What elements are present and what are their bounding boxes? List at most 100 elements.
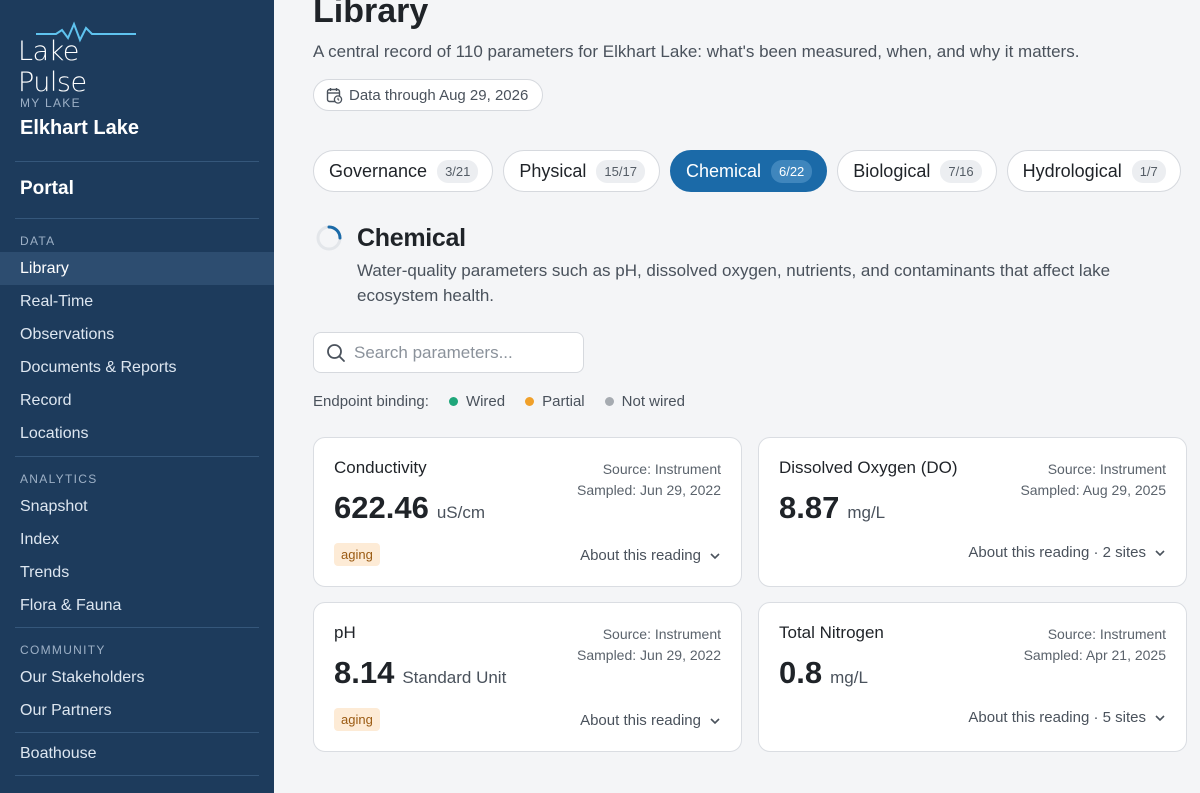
- chevron-down-icon: [710, 717, 720, 724]
- sidebar-item-record[interactable]: Record: [0, 384, 274, 417]
- status-dot-icon: [604, 397, 614, 406]
- tab-label: Biological: [853, 160, 931, 181]
- about-reading-toggle[interactable]: About this reading: [580, 712, 721, 729]
- parameter-sampled: Sampled: Aug 29, 2025: [1020, 482, 1166, 498]
- sidebar-item-our-partners[interactable]: Our Partners: [0, 694, 274, 727]
- parameter-value: 622.46 uS/cm: [334, 490, 485, 526]
- parameter-card-dissolved-oxygen[interactable]: Dissolved Oxygen (DO) Source: Instrument…: [758, 437, 1187, 587]
- sidebar-item-boathouse[interactable]: Boathouse: [0, 737, 274, 770]
- divider: [15, 627, 259, 628]
- tab-count: 15/17: [596, 159, 645, 183]
- community-section-label: COMMUNITY: [20, 643, 106, 657]
- about-reading-toggle[interactable]: About this reading · 2 sites: [968, 544, 1166, 561]
- divider: [15, 456, 259, 457]
- parameter-source: Source: Instrument: [1047, 626, 1166, 642]
- value-unit: uS/cm: [436, 503, 486, 522]
- tab-label: Governance: [329, 160, 428, 181]
- parameter-source: Source: Instrument: [602, 461, 721, 477]
- status-badge: aging: [334, 708, 380, 731]
- status-badge: aging: [334, 543, 380, 566]
- tab-chemical[interactable]: Chemical 6/22: [669, 150, 828, 192]
- about-reading-label: About this reading · 5 sites: [968, 709, 1146, 726]
- tab-governance[interactable]: Governance 3/21: [313, 150, 494, 192]
- analytics-section-label: ANALYTICS: [20, 472, 98, 486]
- lake-name: Elkhart Lake: [20, 117, 139, 139]
- tab-label: Hydrological: [1022, 160, 1122, 181]
- sidebar-item-trends[interactable]: Trends: [0, 556, 274, 589]
- tab-count: 3/21: [437, 159, 479, 183]
- about-reading-toggle[interactable]: About this reading · 5 sites: [968, 709, 1166, 726]
- parameter-value: 0.8 mg/L: [779, 655, 868, 691]
- loading-spinner-icon: [316, 225, 342, 251]
- parameter-sampled: Sampled: Apr 21, 2025: [1023, 647, 1166, 663]
- sidebar-item-snapshot[interactable]: Snapshot: [0, 490, 274, 523]
- chevron-down-icon: [1155, 549, 1165, 556]
- data-through-chip: Data through Aug 29, 2026: [313, 79, 544, 111]
- search-input[interactable]: [354, 342, 574, 363]
- main-content: Library A central record of 110 paramete…: [274, 0, 1200, 793]
- sidebar-item-documents-reports[interactable]: Documents & Reports: [0, 351, 274, 384]
- parameter-card-conductivity[interactable]: Conductivity Source: Instrument Sampled:…: [313, 437, 742, 587]
- sidebar-item-index[interactable]: Index: [0, 523, 274, 556]
- legend-item-label: Wired: [465, 393, 506, 410]
- value-unit: Standard Unit: [402, 668, 507, 687]
- tab-physical[interactable]: Physical 15/17: [503, 150, 660, 192]
- parameter-name: Dissolved Oxygen (DO): [779, 458, 958, 477]
- sidebar: Lake Pulse MY LAKE Elkhart Lake Portal D…: [0, 0, 274, 793]
- tab-hydrological[interactable]: Hydrological 1/7: [1006, 150, 1181, 192]
- divider: [15, 218, 259, 219]
- parameter-source: Source: Instrument: [1047, 461, 1166, 477]
- parameter-meta: Source: Instrument Sampled: Jun 29, 2022: [577, 459, 721, 501]
- sidebar-item-flora-fauna[interactable]: Flora & Fauna: [0, 589, 274, 622]
- divider: [15, 161, 259, 162]
- divider: [15, 732, 259, 733]
- legend-item-not-wired: Not wired: [604, 393, 685, 410]
- sidebar-item-locations[interactable]: Locations: [0, 417, 274, 450]
- portal-link[interactable]: Portal: [20, 178, 74, 200]
- data-through-text: Data through Aug 29, 2026: [349, 86, 529, 104]
- about-reading-label: About this reading · 2 sites: [968, 544, 1146, 561]
- value-number: 8.87: [779, 490, 840, 525]
- legend-item-wired: Wired: [448, 393, 506, 410]
- value-number: 8.14: [334, 655, 395, 690]
- lake-pulse-logo[interactable]: Lake Pulse: [18, 20, 148, 98]
- chevron-down-icon: [1155, 714, 1165, 721]
- value-unit: mg/L: [847, 503, 886, 522]
- about-reading-label: About this reading: [580, 547, 701, 564]
- sidebar-item-library[interactable]: Library: [0, 252, 274, 285]
- parameter-sampled: Sampled: Jun 29, 2022: [577, 647, 721, 663]
- sidebar-item-our-stakeholders[interactable]: Our Stakeholders: [0, 661, 274, 694]
- tab-count: 6/22: [770, 159, 813, 183]
- page-title: Library: [313, 0, 429, 30]
- tab-label: Chemical: [685, 160, 761, 181]
- parameter-meta: Source: Instrument Sampled: Apr 21, 2025: [1024, 624, 1166, 666]
- search-icon: [327, 343, 345, 362]
- chevron-down-icon: [710, 552, 720, 559]
- sidebar-item-real-time[interactable]: Real-Time: [0, 285, 274, 318]
- parameter-source: Source: Instrument: [602, 626, 721, 642]
- status-dot-icon: [448, 397, 458, 406]
- page-subtitle: A central record of 110 parameters for E…: [313, 42, 1080, 61]
- category-tabs: Governance 3/21 Physical 15/17 Chemical …: [313, 150, 1181, 192]
- about-reading-toggle[interactable]: About this reading: [580, 547, 721, 564]
- value-number: 622.46: [334, 490, 429, 525]
- divider: [15, 775, 259, 776]
- parameter-name: Total Nitrogen: [779, 623, 884, 642]
- data-section-label: DATA: [20, 234, 56, 248]
- tab-biological[interactable]: Biological 7/16: [837, 150, 997, 192]
- parameter-value: 8.87 mg/L: [779, 490, 885, 526]
- section-description: Water-quality parameters such as pH, dis…: [357, 261, 1111, 305]
- status-dot-icon: [525, 397, 535, 406]
- tab-count: 1/7: [1131, 159, 1166, 183]
- search-box[interactable]: [313, 332, 584, 373]
- parameter-name: pH: [334, 623, 356, 642]
- legend-item-partial: Partial: [525, 393, 585, 410]
- parameter-value: 8.14 Standard Unit: [334, 655, 506, 691]
- tab-count: 7/16: [940, 159, 982, 183]
- about-reading-label: About this reading: [580, 712, 701, 729]
- endpoint-binding-legend: Endpoint binding: Wired Partial Not wire…: [313, 393, 705, 410]
- sidebar-item-observations[interactable]: Observations: [0, 318, 274, 351]
- parameter-card-ph[interactable]: pH Source: Instrument Sampled: Jun 29, 2…: [313, 602, 742, 752]
- calendar-clock-icon: [326, 87, 343, 104]
- parameter-card-total-nitrogen[interactable]: Total Nitrogen Source: Instrument Sample…: [758, 602, 1187, 752]
